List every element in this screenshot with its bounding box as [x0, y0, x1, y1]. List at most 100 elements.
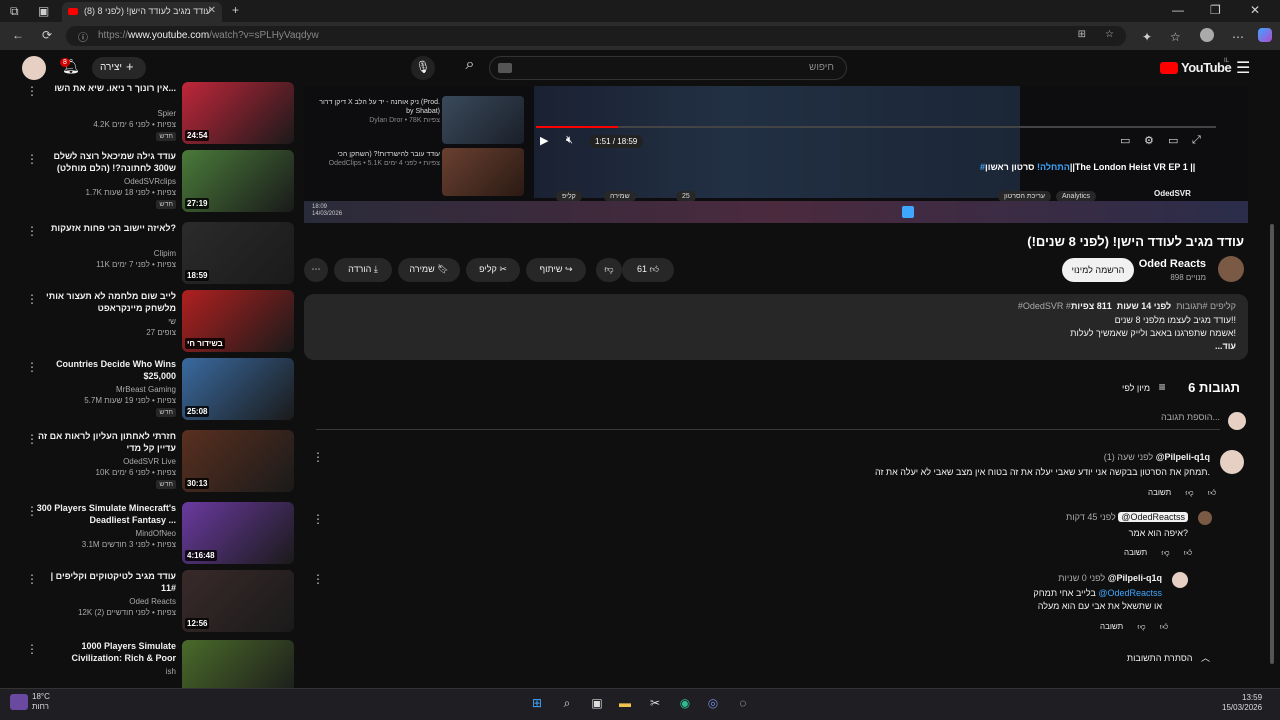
video-title[interactable]: 1000 Players Simulate Civilization: Rich… — [36, 640, 176, 664]
search-input[interactable]: חיפוש — [489, 56, 847, 80]
recommended-video[interactable]: ⋮ 25:08 Countries Decide Who Wins $25,000 M… — [20, 358, 300, 422]
reply-button[interactable]: תשובה — [1100, 622, 1123, 631]
recommended-video[interactable]: ⋮ 24:54 אין רונוך ר ניאו. שיא את השו... Spi… — [20, 82, 300, 146]
mini-item-thumbnail[interactable] — [442, 96, 524, 144]
video-thumbnail[interactable]: 24:54 — [182, 82, 294, 144]
reply-more-icon[interactable]: ⋮ — [312, 572, 324, 586]
maximize-icon[interactable]: ❐ — [1210, 3, 1221, 17]
edge-icon[interactable]: ◉ — [676, 696, 694, 712]
minimize-icon[interactable]: — — [1172, 3, 1184, 17]
video-channel[interactable]: ish — [166, 667, 176, 676]
browser-menu-icon[interactable]: ⋯ — [1232, 30, 1244, 44]
mute-icon[interactable]: 🔇︎ — [566, 134, 573, 147]
settings-icon[interactable]: ⚙ — [1144, 134, 1154, 147]
recommended-video[interactable]: ⋮ בשידור חי לייב שום מלחמה לא תעצור אותי מ… — [20, 290, 300, 354]
video-channel[interactable]: Clipim — [154, 249, 176, 258]
thumbs-down-icon[interactable]: 👎︎ — [1161, 548, 1169, 557]
reply-time[interactable]: לפני 0 שניות — [1058, 573, 1105, 583]
video-title[interactable]: לייב שום מלחמה לא תעצור אותי מלשחק מיינק… — [36, 290, 176, 314]
copilot-icon[interactable] — [1258, 28, 1272, 42]
recommended-video[interactable]: ⋮ 4:16:48 300 Players Simulate Minecraft's… — [20, 502, 300, 566]
comment-author[interactable]: @Pilpeli-q1q — [1156, 452, 1210, 462]
back-icon[interactable]: ← — [12, 28, 24, 42]
video-thumbnail[interactable]: 4:16:48 — [182, 502, 294, 564]
recommended-video[interactable]: ⋮ 12:56 עודד מגיב לטיקטוקים וקליפים | 11# O… — [20, 570, 300, 634]
reply-author[interactable]: @OdedReactss — [1118, 512, 1188, 522]
system-clock[interactable]: 13:59 15/03/2026 — [1222, 693, 1262, 713]
mini-list-item[interactable]: דיקן דרור X ניק אוחנה - יד על הלב (Prod.… — [310, 98, 440, 125]
reply-more-icon[interactable]: ⋮ — [312, 512, 324, 526]
thumbs-down-icon[interactable]: 👎︎ — [1137, 622, 1145, 631]
thumbs-up-icon[interactable]: 👍︎ — [1208, 488, 1216, 497]
tab-actions-icon[interactable]: ▣ — [38, 4, 49, 18]
account-avatar[interactable] — [22, 56, 46, 80]
task-view-icon[interactable]: ▣ — [588, 696, 606, 712]
video-title[interactable]: עודד מגיב לטיקטוקים וקליפים | 11# — [36, 570, 176, 594]
theater-icon[interactable]: ▭ — [1168, 134, 1178, 147]
clip-button[interactable]: קליפ ✂ — [466, 258, 520, 282]
site-info-icon[interactable]: ⓘ — [78, 29, 88, 44]
miniplayer-icon[interactable]: ▭ — [1120, 134, 1130, 147]
close-tab-icon[interactable]: ✕ — [208, 5, 216, 16]
channel-avatar[interactable] — [1218, 256, 1244, 282]
play-icon[interactable]: ▶ — [540, 134, 548, 147]
obs-icon[interactable]: ◌ — [734, 696, 752, 712]
split-screen-icon[interactable]: ⊞ — [1078, 29, 1086, 40]
thumbs-down-icon[interactable]: 👎︎ — [1185, 488, 1193, 497]
weather-icon[interactable] — [10, 694, 28, 710]
extensions-icon[interactable]: ✦ — [1142, 30, 1152, 44]
create-button[interactable]: + יצירה — [92, 57, 146, 79]
video-title[interactable]: לאיזה יישוב הכי פחות אזעקות? — [36, 222, 176, 234]
video-thumbnail[interactable]: 12:56 — [182, 570, 294, 632]
video-title[interactable]: חזרתי לאחתון העליון לראות אם זה עדיין קל… — [36, 430, 176, 454]
comment-time[interactable]: לפני שעה (1) — [1104, 452, 1153, 462]
hide-replies-button[interactable]: הסתרת התשובות ︿ — [1127, 651, 1210, 664]
thumbs-up-icon[interactable]: 👍︎ — [1184, 548, 1192, 557]
video-title[interactable]: Countries Decide Who Wins $25,000 — [36, 358, 176, 382]
show-more-link[interactable]: ...עוד — [1215, 341, 1236, 351]
reply-time[interactable]: לפני 45 דקות — [1066, 512, 1116, 522]
new-tab-icon[interactable]: + — [232, 3, 239, 17]
page-scrollbar[interactable] — [1270, 224, 1274, 664]
more-actions-button[interactable]: ⋯ — [304, 258, 328, 282]
reply-author[interactable]: @Pilpeli-q1q — [1108, 573, 1162, 583]
sort-comments-button[interactable]: מיון לפי ≡ — [1122, 380, 1166, 394]
favorite-star-icon[interactable]: ☆ — [1105, 29, 1114, 40]
workspaces-icon[interactable]: ⧉ — [10, 4, 19, 19]
video-channel[interactable]: Oded Reacts — [129, 597, 176, 606]
channel-name[interactable]: Oded Reacts — [1139, 258, 1206, 270]
seek-bar[interactable] — [536, 126, 1216, 128]
profile-avatar[interactable] — [1200, 28, 1214, 42]
mini-item-thumbnail[interactable] — [442, 148, 524, 196]
thumbs-up-icon[interactable]: 👍︎ — [1160, 622, 1168, 631]
reply-avatar[interactable] — [1172, 572, 1188, 588]
comment-avatar[interactable] — [1220, 450, 1244, 474]
favorites-icon[interactable]: ☆ — [1170, 30, 1181, 44]
video-title[interactable]: אין רונוך ר ניאו. שיא את השו... — [36, 82, 176, 94]
search-button[interactable]: ⌕ — [452, 56, 488, 80]
file-explorer-icon[interactable]: ▬ — [616, 696, 634, 712]
dislike-button[interactable]: 👎︎ — [596, 258, 622, 282]
voice-search-icon[interactable]: 🎙︎ — [411, 56, 435, 80]
capcut-icon[interactable]: ✂ — [646, 696, 664, 712]
weather-widget[interactable]: 18°C רחות — [32, 692, 50, 712]
video-channel[interactable]: MrBeast Gaming — [116, 385, 176, 394]
like-button[interactable]: 61 👍︎ — [622, 258, 674, 282]
video-channel[interactable]: OdedSVRclips — [124, 177, 176, 186]
recommended-video[interactable]: ⋮ 18:59 לאיזה יישוב הכי פחות אזעקות? Clipim… — [20, 222, 300, 286]
discord-icon[interactable]: ◎ — [704, 696, 722, 712]
video-thumbnail[interactable]: בשידור חי — [182, 290, 294, 352]
add-comment-input[interactable]: הוספת תגובה... — [300, 412, 1220, 428]
video-thumbnail[interactable]: 25:08 — [182, 358, 294, 420]
close-window-icon[interactable]: ✕ — [1250, 3, 1260, 17]
video-thumbnail[interactable]: 18:59 — [182, 222, 294, 284]
video-channel[interactable]: Spier — [157, 109, 176, 118]
guide-menu-icon[interactable]: ☰ — [1236, 58, 1250, 78]
recommended-video[interactable]: ⋮ 27:19 עודד גילה שמיכאל רוצה לשלם ש300 לח… — [20, 150, 300, 214]
fullscreen-icon[interactable]: ⤢ — [1192, 134, 1201, 147]
video-channel[interactable]: שי — [168, 317, 176, 326]
reload-icon[interactable]: ⟳ — [42, 28, 52, 42]
recommended-video[interactable]: ⋮ 30:13 חזרתי לאחתון העליון לראות אם זה עד… — [20, 430, 300, 494]
youtube-logo-icon[interactable] — [1160, 62, 1178, 74]
reply-avatar[interactable] — [1198, 511, 1212, 525]
